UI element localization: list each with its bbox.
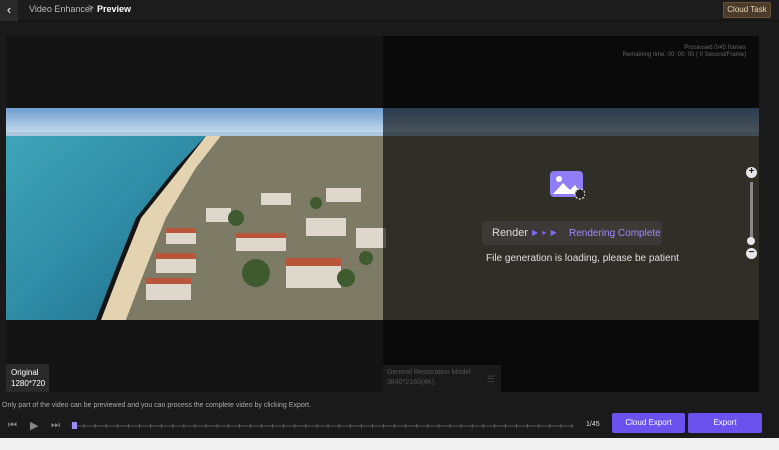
previous-frame-button[interactable]: ⏮ — [8, 420, 17, 431]
model-tag[interactable]: General Restoration Model 3840*2160(4K) … — [383, 365, 501, 392]
zoom-out-button[interactable]: − — [746, 248, 757, 259]
cloud-task-button[interactable]: Cloud Task — [723, 2, 771, 18]
original-title: Original — [11, 368, 39, 377]
zoom-in-button[interactable]: + — [746, 167, 757, 178]
processed-frames: Processed 0/45 frames — [684, 45, 746, 51]
back-button[interactable]: ‹ — [0, 0, 18, 21]
model-resolution: 3840*2160(4K) — [387, 379, 435, 386]
render-progress: Processed 0/45 frames Remaining time: 00… — [560, 45, 746, 59]
model-title: General Restoration Model — [387, 369, 471, 376]
original-resolution: 1280*720 — [11, 379, 46, 388]
preview-hint: Only part of the video can be previewed … — [2, 402, 311, 409]
breadcrumb-parent[interactable]: Video Enhancer — [29, 4, 93, 14]
next-frame-button[interactable]: ⏭ — [51, 420, 60, 431]
original-tag: Original 1280*720 — [6, 364, 49, 392]
play-button[interactable]: ▶ — [30, 419, 38, 432]
render-status: Rendering Complete — [569, 228, 661, 239]
timeline[interactable] — [71, 419, 574, 431]
render-message: File generation is loading, please be pa… — [486, 253, 679, 264]
frame-counter: 1/45 — [586, 421, 600, 428]
menu-icon[interactable]: ☰ — [487, 374, 495, 384]
progress-arrows-icon: ▶ ▸ ▶ — [532, 228, 558, 237]
timeline-playhead — [72, 422, 77, 429]
chevron-left-icon: ‹ — [6, 2, 12, 17]
zoom-slider-handle[interactable] — [747, 237, 755, 245]
image-render-icon — [549, 170, 586, 200]
breadcrumb-current: Preview — [97, 4, 132, 14]
export-button[interactable]: Export — [688, 413, 762, 433]
enhanced-pane-overlay — [383, 108, 759, 320]
bottom-strip — [0, 438, 779, 450]
zoom-slider[interactable] — [750, 182, 753, 240]
remaining-time: Remaining time: 00: 00: 00 ( 0 Second/Fr… — [622, 52, 746, 58]
cloud-export-button[interactable]: Cloud Export — [612, 413, 685, 433]
render-label: Render — [492, 227, 529, 239]
top-bar: ‹ Video Enhancer > Preview Cloud Task — [0, 0, 779, 21]
breadcrumb-separator: > — [88, 3, 94, 14]
